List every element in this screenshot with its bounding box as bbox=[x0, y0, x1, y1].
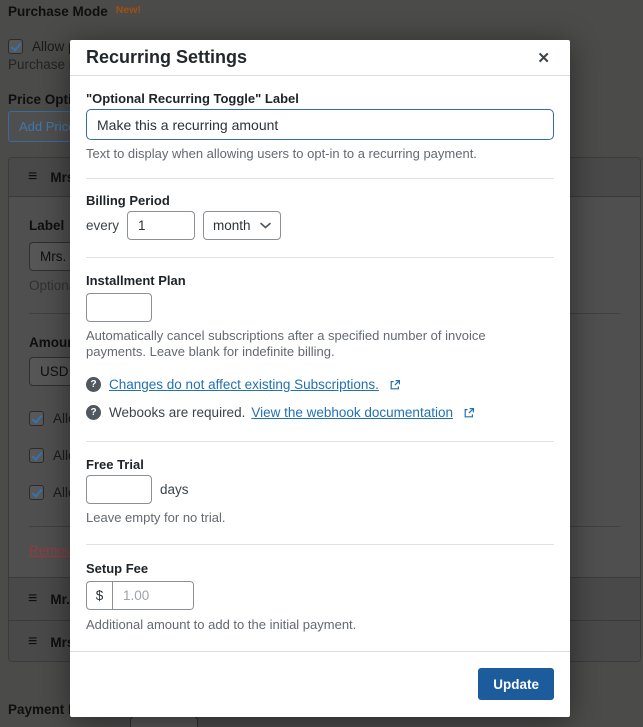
help-icon: ? bbox=[86, 405, 101, 420]
setup-fee-help: Additional amount to add to the initial … bbox=[86, 618, 534, 632]
setup-fee-label: Setup Fee bbox=[86, 562, 554, 576]
section-divider bbox=[86, 178, 554, 179]
free-trial-label: Free Trial bbox=[86, 458, 554, 472]
currency-symbol: $ bbox=[87, 582, 113, 609]
drag-handle-icon[interactable]: ≡ bbox=[28, 168, 37, 186]
label-heading: Label bbox=[29, 218, 64, 233]
webhooks-note-link[interactable]: View the webhook documentation bbox=[251, 405, 453, 420]
free-trial-unit: days bbox=[160, 482, 189, 497]
billing-period-row: every month bbox=[86, 211, 554, 240]
webhooks-note-text: Webooks are required. bbox=[109, 405, 245, 420]
free-trial-input[interactable] bbox=[86, 475, 152, 504]
close-icon[interactable]: ✕ bbox=[533, 47, 554, 69]
price-row-label: Mr. bbox=[50, 592, 70, 607]
modal-header: Recurring Settings ✕ bbox=[70, 40, 570, 76]
update-button[interactable]: Update bbox=[478, 668, 554, 700]
subscriptions-note-row: ? Changes do not affect existing Subscri… bbox=[86, 377, 554, 392]
help-icon: ? bbox=[86, 377, 101, 392]
modal-footer: Update bbox=[70, 651, 570, 717]
checkbox-checked-icon[interactable] bbox=[29, 485, 44, 500]
payment-heading: Payment M bbox=[8, 702, 79, 717]
setup-fee-group: $ bbox=[86, 581, 194, 610]
billing-interval-input[interactable] bbox=[127, 211, 195, 240]
payment-control-box bbox=[130, 716, 198, 727]
external-link-icon bbox=[389, 379, 401, 391]
webhooks-note-row: ? Webooks are required. View the webhook… bbox=[86, 405, 554, 420]
installment-plan-input[interactable] bbox=[86, 293, 152, 322]
new-badge: New! bbox=[116, 4, 141, 16]
toggle-label-input[interactable] bbox=[86, 109, 554, 140]
section-divider bbox=[86, 544, 554, 545]
checkbox-checked-icon[interactable] bbox=[29, 448, 44, 463]
billing-period-select[interactable]: month bbox=[203, 211, 281, 240]
billing-period-value: month bbox=[213, 218, 251, 233]
billing-period-label: Billing Period bbox=[86, 194, 554, 208]
subscriptions-note-link[interactable]: Changes do not affect existing Subscript… bbox=[109, 377, 379, 392]
purchase-mode-heading-text: Purchase Mode bbox=[8, 4, 108, 19]
free-trial-help: Leave empty for no trial. bbox=[86, 511, 534, 525]
purchase-mode-heading: Purchase Mode New! bbox=[8, 4, 141, 19]
toggle-label-field-label: "Optional Recurring Toggle" Label bbox=[86, 92, 554, 106]
setup-fee-input[interactable] bbox=[113, 582, 193, 609]
toggle-label-help: Text to display when allowing users to o… bbox=[86, 147, 534, 161]
chevron-down-icon bbox=[260, 222, 271, 229]
installment-plan-help: Automatically cancel subscriptions after… bbox=[86, 328, 534, 360]
free-trial-row: days bbox=[86, 475, 554, 504]
drag-handle-icon[interactable]: ≡ bbox=[28, 590, 37, 608]
billing-every-text: every bbox=[86, 218, 119, 233]
checkbox-checked-icon[interactable] bbox=[29, 411, 44, 426]
page: Purchase ModeNew! Allow purchasing multi… bbox=[0, 0, 643, 727]
modal-title: Recurring Settings bbox=[86, 47, 533, 68]
section-divider bbox=[86, 257, 554, 258]
section-divider bbox=[86, 441, 554, 442]
modal-body: "Optional Recurring Toggle" Label Text t… bbox=[70, 76, 570, 651]
installment-plan-label: Installment Plan bbox=[86, 274, 554, 288]
checkbox-checked-icon[interactable] bbox=[8, 39, 23, 54]
external-link-icon bbox=[463, 407, 475, 419]
recurring-settings-modal: Recurring Settings ✕ "Optional Recurring… bbox=[70, 40, 570, 717]
drag-handle-icon[interactable]: ≡ bbox=[28, 633, 37, 651]
